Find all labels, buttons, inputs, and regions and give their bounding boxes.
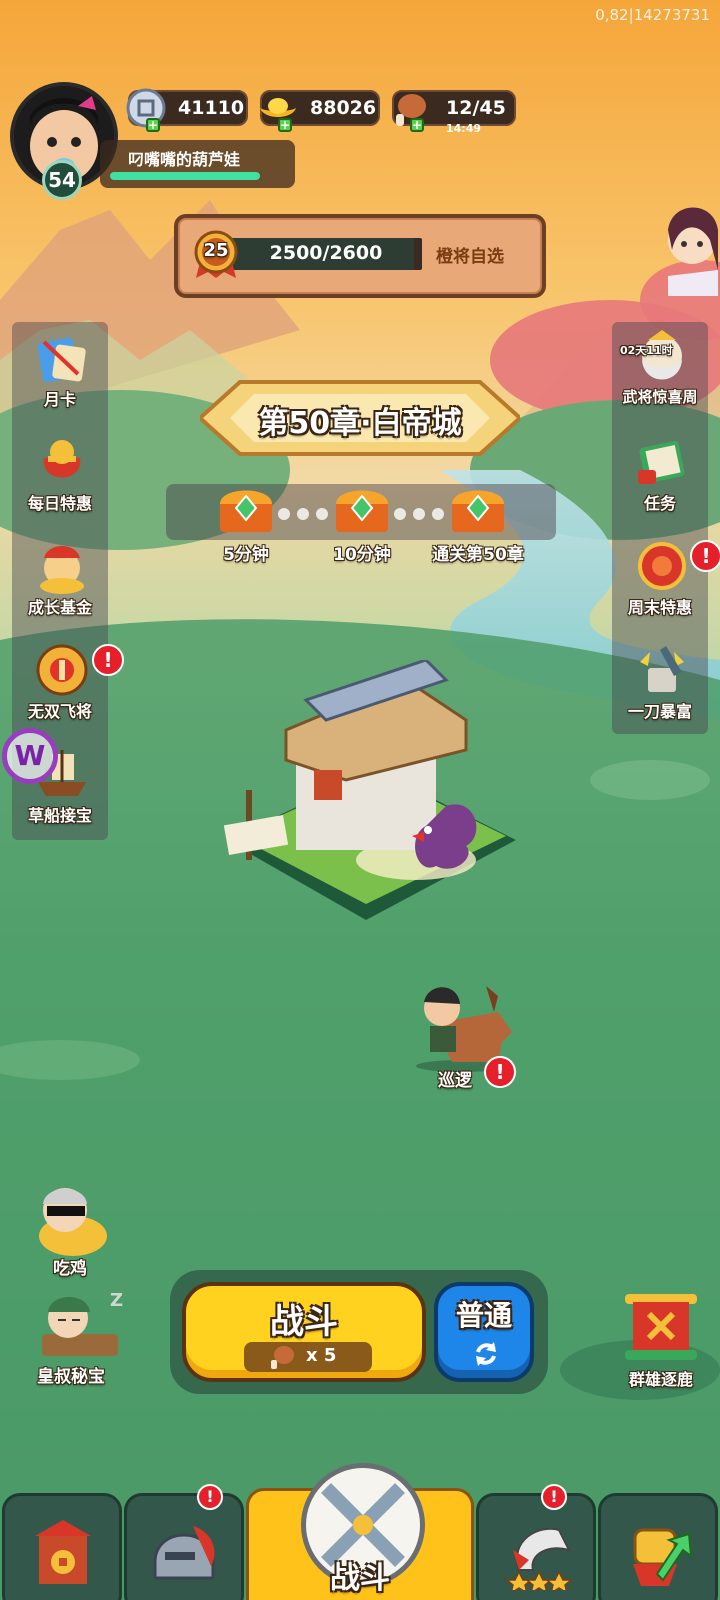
weekend-deal-alert-icon: !: [690, 540, 720, 572]
tab-equipment[interactable]: !: [124, 1484, 244, 1600]
beauty-character-icon[interactable]: [658, 200, 718, 300]
growth-fund-icon: [40, 546, 84, 594]
mode-button-label: 普通: [455, 1299, 512, 1332]
gold-add-icon[interactable]: +: [278, 118, 292, 132]
gold-value: 88026: [310, 97, 377, 119]
left-menu-label: 月卡: [43, 390, 76, 409]
battle-button[interactable]: 战斗 x 5: [182, 1282, 426, 1382]
right-menu-label: 武将惊喜周: [622, 388, 698, 406]
rank-progress-panel[interactable]: 2500/2600 25 橙将自选: [174, 214, 546, 298]
right-menu-label: 任务: [643, 494, 676, 513]
left-menu-month-card[interactable]: 月卡: [12, 322, 108, 426]
equipment-alert-icon: !: [197, 1484, 223, 1510]
chest-reward-5min[interactable]: 5分钟: [206, 482, 286, 565]
player-exp-bar: [110, 172, 260, 180]
month-card-icon: [37, 337, 86, 383]
sleep-z-text: Z: [110, 1290, 124, 1311]
tab-city[interactable]: [2, 1493, 122, 1600]
silver-value: 41110: [178, 97, 245, 119]
floating-w-logo-icon[interactable]: W: [2, 728, 58, 784]
mode-toggle-button[interactable]: 普通: [434, 1282, 534, 1382]
treasure-chest-icon: [336, 490, 388, 532]
task-scroll-icon: [638, 440, 685, 484]
surprise-week-timer: 02天11时: [620, 344, 673, 357]
left-menu-peerless-general[interactable]: 无双飞将: [12, 634, 108, 738]
gift-bag-icon: [43, 440, 81, 478]
stamina-resource[interactable]: 12/45 14:49 +: [392, 90, 516, 135]
fist-upgrade-icon: [633, 1528, 693, 1586]
right-menu-label: 一刀暴富: [627, 702, 692, 721]
stamina-value: 12/45: [446, 97, 506, 119]
meat-drumstick-icon: [271, 1346, 294, 1369]
battle-cost-value: x 5: [306, 1345, 337, 1366]
player-name: 叼嘴嘴的葫芦娃: [128, 150, 241, 169]
player-level-badge: 54: [42, 160, 82, 200]
helmet-icon: [153, 1526, 215, 1580]
stamina-timer: 14:49: [446, 122, 482, 135]
uncle-treasure-event[interactable]: Z 皇叔秘宝: [22, 1290, 132, 1390]
left-menu-label: 草船接宝: [27, 806, 92, 825]
peerless-general-alert-icon: !: [92, 644, 124, 676]
tab-battle-active[interactable]: 战斗: [246, 1463, 474, 1600]
sleeping-uncle-icon: [42, 1297, 118, 1356]
purple-bird-creature-icon: [406, 796, 486, 886]
silver-add-icon[interactable]: +: [146, 118, 160, 132]
rank-medal-badge: 25: [192, 228, 240, 280]
right-menu-general-surprise-week[interactable]: 02天11时 武将惊喜周: [612, 322, 708, 426]
chest-label: 5分钟: [223, 545, 269, 565]
silver-resource[interactable]: 41110 +: [126, 88, 248, 132]
chest-reward-10min[interactable]: 10分钟: [322, 482, 402, 565]
chest-reward-clear-chapter[interactable]: 通关第50章: [418, 482, 538, 565]
tab-upgrade[interactable]: [598, 1493, 718, 1600]
stamina-add-icon[interactable]: +: [410, 118, 424, 132]
one-slash-icon: [640, 646, 684, 692]
battle-button-label: 战斗: [270, 1302, 338, 1342]
warrior-wheel-icon: [36, 644, 88, 696]
chest-label: 通关第50章: [432, 545, 524, 565]
chapter-banner[interactable]: 第50章·白帝城: [197, 378, 523, 458]
right-sidebar: 02天11时 武将惊喜周 任务 周末特惠 一刀暴富: [612, 322, 708, 734]
general-stars-icon: [504, 1527, 574, 1590]
refresh-icon: [476, 1342, 496, 1366]
left-menu-label: 无双飞将: [27, 702, 92, 721]
city-gate-icon: [35, 1520, 91, 1584]
right-menu-one-slash-rich[interactable]: 一刀暴富: [612, 634, 708, 738]
active-tab-label: 战斗: [330, 1561, 390, 1596]
patrol-label: 巡逻: [438, 1071, 472, 1091]
chapter-title: 第50章·白帝城: [258, 406, 462, 441]
player-level-value: 54: [48, 168, 76, 192]
chest-label: 10分钟: [333, 545, 391, 565]
right-menu-task[interactable]: 任务: [612, 426, 708, 530]
gold-resource[interactable]: 88026 +: [260, 90, 380, 132]
treasure-chest-icon: [220, 490, 272, 532]
generals-alert-icon: !: [541, 1484, 567, 1510]
weekend-deal-icon: [638, 542, 686, 590]
heroes-race-label: 群雄逐鹿: [628, 1370, 693, 1389]
rank-progress-track: 2500/2600: [230, 238, 422, 270]
rank-progress-text: 2500/2600: [269, 242, 383, 264]
eat-chicken-event[interactable]: 吃鸡: [22, 1180, 118, 1280]
player-name-bar: 叼嘴嘴的葫芦娃: [100, 140, 295, 188]
heroes-race-event[interactable]: 群雄逐鹿: [606, 1290, 716, 1390]
general-surprise-icon: [642, 330, 682, 380]
left-menu-daily-deal[interactable]: 每日特惠: [12, 426, 108, 530]
treasure-chest-icon: [452, 490, 504, 532]
patrol-alert-icon: !: [484, 1056, 516, 1088]
left-menu-label: 成长基金: [27, 598, 92, 617]
right-menu-label: 周末特惠: [627, 598, 692, 617]
orange-general-choice-button[interactable]: 橙将自选: [436, 242, 504, 267]
battle-cost-pill: x 5: [244, 1342, 372, 1372]
tab-generals[interactable]: !: [476, 1484, 596, 1600]
uncle-treasure-label: 皇叔秘宝: [37, 1367, 105, 1387]
debug-id-text: 0,82|14273731: [595, 6, 710, 24]
rank-level: 25: [203, 240, 229, 261]
chicken-character-icon: [39, 1188, 107, 1256]
heroes-banner-icon: [625, 1294, 697, 1360]
left-menu-growth-fund[interactable]: 成长基金: [12, 530, 108, 634]
left-menu-label: 每日特惠: [27, 494, 92, 513]
